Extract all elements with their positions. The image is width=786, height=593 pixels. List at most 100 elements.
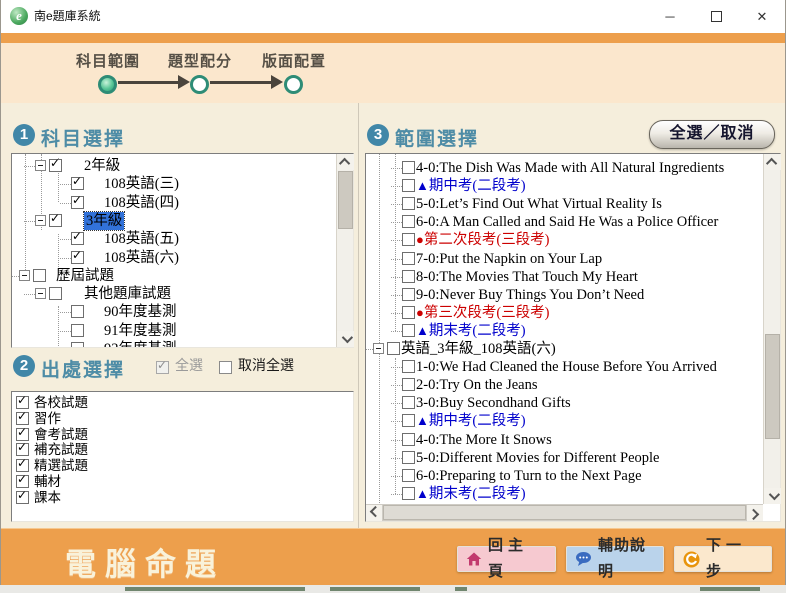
item-checkbox[interactable] [16, 428, 29, 441]
item-checkbox[interactable] [402, 233, 415, 246]
item-checkbox[interactable] [71, 305, 84, 318]
tree-item-label[interactable]: 6-0:Preparing to Turn to the Next Page [416, 467, 642, 485]
tree-item-label[interactable]: 108英語(三) [104, 175, 179, 193]
tree-item-label[interactable]: 4-0:The More It Snows [416, 431, 552, 449]
tree-item-label[interactable]: 6-0:A Man Called and Said He Was a Polic… [416, 213, 718, 231]
tree-item-label[interactable]: ▲期中考(二段考) [416, 412, 526, 430]
item-checkbox[interactable] [402, 161, 415, 174]
tree-item-label[interactable]: 108英語(六) [104, 249, 179, 267]
tree-item[interactable]: 7-0:Put the Napkin on Your Lap [366, 250, 763, 268]
range-tree-vertical-scrollbar[interactable] [763, 154, 780, 504]
tree-item[interactable]: 4-0:The More It Snows [366, 431, 763, 449]
item-checkbox[interactable] [402, 451, 415, 464]
tree-item[interactable]: 2年級 [12, 157, 336, 175]
tree-item-label[interactable]: ●第二次段考(三段考) [416, 231, 550, 249]
tree-item[interactable]: ●第三次段考(三段考) [366, 304, 763, 322]
item-checkbox[interactable] [402, 378, 415, 391]
tree-item-label[interactable]: 90年度基測 [104, 303, 177, 321]
item-checkbox[interactable] [49, 287, 62, 300]
tree-item[interactable]: ▲期中考(二段考) [366, 412, 763, 430]
tree-item[interactable]: 92年度基測 [12, 340, 336, 347]
item-checkbox[interactable] [402, 252, 415, 265]
collapse-icon[interactable] [373, 343, 384, 354]
tree-item-label[interactable]: 英語_3年級_108英語(六) [401, 340, 556, 358]
tree-item-label[interactable]: 7-0:Put the Napkin on Your Lap [416, 250, 602, 268]
close-button[interactable]: ✕ [739, 0, 785, 33]
item-checkbox[interactable] [402, 360, 415, 373]
tree-item[interactable]: 91年度基測 [12, 322, 336, 340]
tree-item[interactable]: ▲期末考(二段考) [366, 322, 763, 340]
maximize-button[interactable] [693, 0, 739, 33]
tree-item[interactable]: ●第二次段考(三段考) [366, 231, 763, 249]
item-checkbox[interactable] [71, 232, 84, 245]
tree-item[interactable]: 9-0:Never Buy Things You Don’t Need [366, 286, 763, 304]
tree-item[interactable]: 5-0:Different Movies for Different Peopl… [366, 449, 763, 467]
scroll-thumb[interactable] [383, 505, 746, 520]
item-checkbox[interactable] [16, 459, 29, 472]
source-item[interactable]: 補充試題 [12, 442, 353, 458]
item-checkbox[interactable] [402, 433, 415, 446]
item-checkbox[interactable] [402, 324, 415, 337]
scroll-left-icon[interactable] [366, 505, 382, 521]
item-checkbox[interactable] [387, 342, 400, 355]
tree-item-label[interactable]: 其他題庫試題 [84, 285, 171, 303]
item-checkbox[interactable] [402, 306, 415, 319]
tree-item-label[interactable]: 4-0:The Dish Was Made with All Natural I… [416, 159, 724, 177]
tree-item-label[interactable]: 108英語(四) [104, 194, 179, 212]
tree-item[interactable]: 108英語(五) [12, 230, 336, 248]
item-checkbox[interactable] [402, 414, 415, 427]
tree-item[interactable]: 1-0:We Had Cleaned the House Before You … [366, 358, 763, 376]
source-item[interactable]: 課本 [12, 490, 353, 506]
source-item[interactable]: 會考試題 [12, 427, 353, 443]
subject-tree-vertical-scrollbar[interactable] [336, 154, 353, 347]
source-item[interactable]: 各校試題 [12, 395, 353, 411]
item-checkbox[interactable] [49, 214, 62, 227]
tree-item[interactable]: 英語_3年級_108英語(六) [366, 340, 763, 358]
scroll-down-icon[interactable] [337, 331, 354, 347]
tree-item-label[interactable]: 91年度基測 [104, 322, 177, 340]
tree-item[interactable]: 8-0:The Movies That Touch My Heart [366, 268, 763, 286]
item-checkbox[interactable] [402, 197, 415, 210]
collapse-icon[interactable] [35, 215, 46, 226]
select-all-checkbox[interactable] [156, 361, 169, 374]
tree-item-label[interactable]: 8-0:The Movies That Touch My Heart [416, 268, 638, 286]
tree-item-label[interactable]: ●第三次段考(三段考) [416, 304, 550, 322]
tree-item-label[interactable]: 5-0:Different Movies for Different Peopl… [416, 449, 659, 467]
scroll-up-icon[interactable] [337, 154, 354, 170]
item-checkbox[interactable] [71, 342, 84, 347]
tree-item-label[interactable]: 歷屆試題 [56, 267, 114, 285]
tree-item[interactable]: 108英語(四) [12, 194, 336, 212]
tree-item-label[interactable]: 5-0:Let’s Find Out What Virtual Reality … [416, 195, 662, 213]
titlebar[interactable]: e 南e題庫系統 ─ ✕ [1, 0, 785, 33]
tree-item[interactable]: 其他題庫試題 [12, 285, 336, 303]
tree-item[interactable]: 3-0:Buy Secondhand Gifts [366, 394, 763, 412]
collapse-icon[interactable] [35, 288, 46, 299]
item-checkbox[interactable] [402, 270, 415, 283]
tree-item-label[interactable]: 3年級 [84, 212, 124, 230]
tree-item-label[interactable]: ▲期中考(二段考) [416, 177, 526, 195]
collapse-icon[interactable] [35, 160, 46, 171]
tree-item-label[interactable]: ▲期末考(二段考) [416, 485, 526, 503]
scroll-right-icon[interactable] [747, 505, 763, 521]
item-checkbox[interactable] [16, 443, 29, 456]
tree-item-label[interactable]: 108英語(五) [104, 230, 179, 248]
item-checkbox[interactable] [402, 487, 415, 500]
help-button[interactable]: 輔助說明 [566, 546, 664, 572]
tree-item-label[interactable]: 3-0:Buy Secondhand Gifts [416, 394, 571, 412]
source-item[interactable]: 精選試題 [12, 458, 353, 474]
tree-item[interactable]: ▲期末考(二段考) [366, 485, 763, 503]
tree-item[interactable]: 4-0:The Dish Was Made with All Natural I… [366, 159, 763, 177]
tree-item[interactable]: 108英語(六) [12, 249, 336, 267]
scroll-down-icon[interactable] [764, 488, 781, 504]
collapse-icon[interactable] [19, 270, 30, 281]
item-checkbox[interactable] [402, 288, 415, 301]
source-item[interactable]: 習作 [12, 411, 353, 427]
item-checkbox[interactable] [33, 269, 46, 282]
item-checkbox[interactable] [71, 324, 84, 337]
item-checkbox[interactable] [402, 469, 415, 482]
minimize-button[interactable]: ─ [647, 0, 693, 33]
item-checkbox[interactable] [402, 215, 415, 228]
tree-item-label[interactable]: 2-0:Try On the Jeans [416, 376, 538, 394]
tree-item[interactable]: ▲期中考(二段考) [366, 177, 763, 195]
item-checkbox[interactable] [16, 491, 29, 504]
